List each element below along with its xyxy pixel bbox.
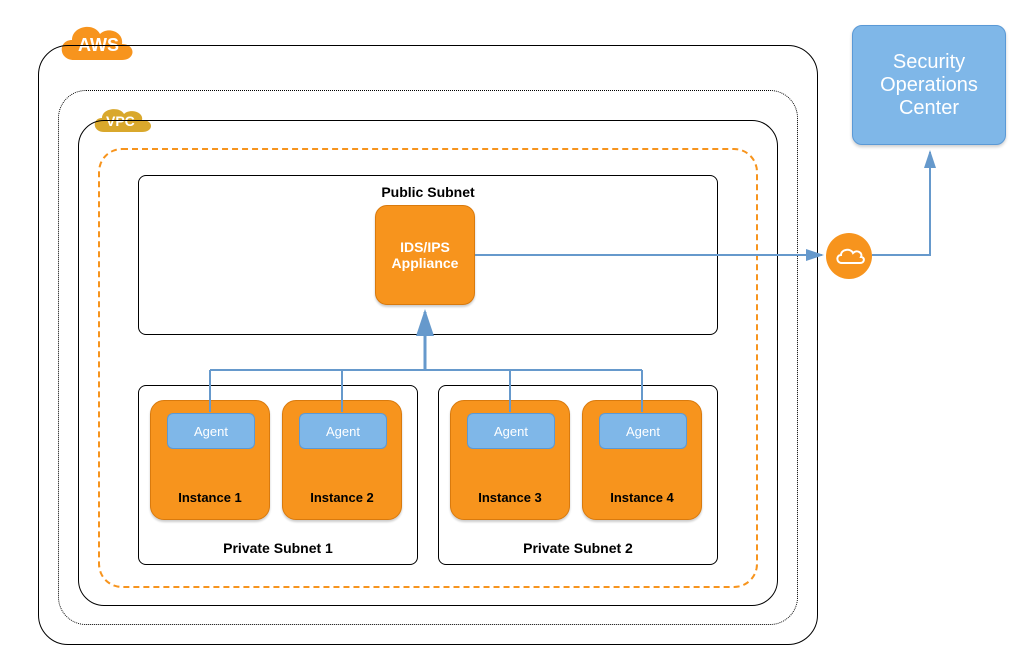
- agent-badge: Agent: [299, 413, 387, 449]
- instance-label: Instance 1: [151, 490, 269, 505]
- public-subnet-label: Public Subnet: [139, 184, 717, 200]
- agent-badge: Agent: [467, 413, 555, 449]
- instance-label: Instance 4: [583, 490, 701, 505]
- instance-3: Agent Instance 3: [450, 400, 570, 520]
- private-subnet-1-label: Private Subnet 1: [139, 540, 417, 556]
- instance-4: Agent Instance 4: [582, 400, 702, 520]
- soc-box: Security Operations Center: [852, 25, 1006, 145]
- ids-label: IDS/IPS Appliance: [392, 239, 459, 271]
- internet-gateway-icon: [826, 233, 872, 279]
- instance-2: Agent Instance 2: [282, 400, 402, 520]
- ids-ips-appliance: IDS/IPS Appliance: [375, 205, 475, 305]
- instance-label: Instance 2: [283, 490, 401, 505]
- instance-1: Agent Instance 1: [150, 400, 270, 520]
- private-subnet-2-label: Private Subnet 2: [439, 540, 717, 556]
- agent-badge: Agent: [167, 413, 255, 449]
- soc-label: Security Operations Center: [861, 51, 997, 120]
- instance-label: Instance 3: [451, 490, 569, 505]
- agent-badge: Agent: [599, 413, 687, 449]
- diagram-root: AWS VPC Public Subnet IDS/IPS Appliance …: [0, 0, 1024, 667]
